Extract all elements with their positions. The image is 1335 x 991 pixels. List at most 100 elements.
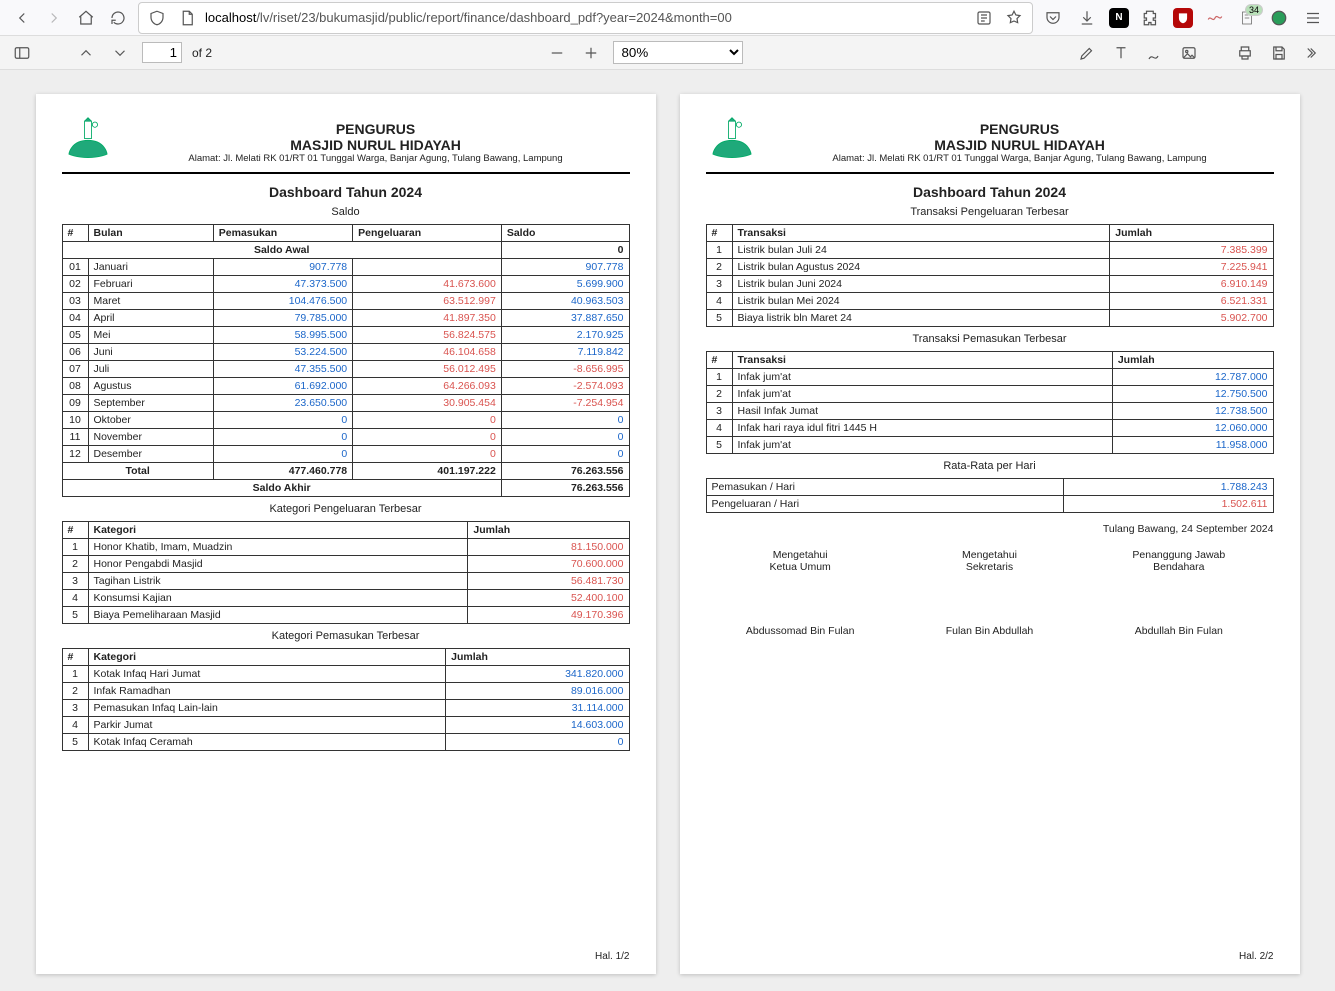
pdf-viewer[interactable]: PENGURUS MASJID NURUL HIDAYAH Alamat: Jl… <box>0 70 1335 991</box>
table-row: 04April 79.785.000 41.897.350 37.887.650 <box>62 310 629 327</box>
zoom-out-icon[interactable] <box>545 41 569 65</box>
report-title: Dashboard Tahun 2024 <box>62 184 630 200</box>
letterhead: PENGURUS MASJID NURUL HIDAYAH Alamat: Jl… <box>706 116 1274 174</box>
table-row: 3Tagihan Listrik56.481.730 <box>62 573 629 590</box>
kat-keluar-table: #KategoriJumlah 1Honor Khatib, Imam, Mua… <box>62 521 630 624</box>
forward-button[interactable] <box>42 6 66 30</box>
org-line2: MASJID NURUL HIDAYAH <box>122 137 630 153</box>
ext-badge-count: 34 <box>1245 4 1263 16</box>
table-row: 5Biaya listrik bln Maret 245.902.700 <box>706 310 1273 327</box>
page-footer-2: Hal. 2/2 <box>1239 951 1273 962</box>
trx-masuk-table: #TransaksiJumlah 1Infak jum'at12.787.000… <box>706 351 1274 454</box>
table-row: 1Kotak Infaq Hari Jumat341.820.000 <box>62 666 629 683</box>
table-row: 2Honor Pengabdi Masjid70.600.000 <box>62 556 629 573</box>
table-row: 07Juli 47.355.500 56.012.495 -8.656.995 <box>62 361 629 378</box>
annotate-icon[interactable] <box>1075 41 1099 65</box>
avg-table: Pemasukan / Hari1.788.243 Pengeluaran / … <box>706 478 1274 513</box>
table-row: 2Infak Ramadhan89.016.000 <box>62 683 629 700</box>
table-row: 5Kotak Infaq Ceramah0 <box>62 734 629 751</box>
url-bar[interactable]: localhost/lv/riset/23/bukumasjid/public/… <box>138 2 1033 34</box>
table-row: 05Mei 58.995.500 56.824.575 2.170.925 <box>62 327 629 344</box>
prev-page-icon[interactable] <box>74 41 98 65</box>
table-row: 3Hasil Infak Jumat12.738.500 <box>706 403 1273 420</box>
trx-keluar-title: Transaksi Pengeluaran Terbesar <box>706 206 1274 218</box>
image-icon[interactable] <box>1177 41 1201 65</box>
addons-icon[interactable] <box>1139 6 1163 30</box>
table-row: 4Parkir Jumat14.603.000 <box>62 717 629 734</box>
signature-date: Tulang Bawang, 24 September 2024 <box>706 523 1274 535</box>
more-icon[interactable] <box>1301 41 1325 65</box>
pdf-page-1: PENGURUS MASJID NURUL HIDAYAH Alamat: Jl… <box>36 94 656 974</box>
kat-masuk-table: #KategoriJumlah 1Kotak Infaq Hari Jumat3… <box>62 648 630 751</box>
kat-masuk-title: Kategori Pemasukan Terbesar <box>62 630 630 642</box>
trx-keluar-table: #TransaksiJumlah 1Listrik bulan Juli 247… <box>706 224 1274 327</box>
reload-button[interactable] <box>106 6 130 30</box>
text-icon[interactable] <box>1109 41 1133 65</box>
next-page-icon[interactable] <box>108 41 132 65</box>
bookmark-icon[interactable] <box>1002 6 1026 30</box>
trx-masuk-title: Transaksi Pemasukan Terbesar <box>706 333 1274 345</box>
mosque-logo-icon <box>706 116 758 168</box>
pdf-page-2: PENGURUS MASJID NURUL HIDAYAH Alamat: Jl… <box>680 94 1300 974</box>
pocket-icon[interactable] <box>1041 6 1065 30</box>
table-row: 03Maret 104.476.500 63.512.997 40.963.50… <box>62 293 629 310</box>
table-row: 1Listrik bulan Juli 247.385.399 <box>706 242 1273 259</box>
table-row: 4Konsumsi Kajian52.400.100 <box>62 590 629 607</box>
back-button[interactable] <box>10 6 34 30</box>
org-address: Alamat: Jl. Melati RK 01/RT 01 Tunggal W… <box>766 153 1274 164</box>
download-icon[interactable] <box>1075 6 1099 30</box>
shield-icon[interactable] <box>145 6 169 30</box>
table-row: 4Listrik bulan Mei 20246.521.331 <box>706 293 1273 310</box>
ext-green-icon[interactable] <box>1267 6 1291 30</box>
signature-block: MengetahuiKetua UmumAbdussomad Bin Fulan… <box>706 549 1274 637</box>
table-row: 3Listrik bulan Juni 20246.910.149 <box>706 276 1273 293</box>
table-row: 01Januari 907.778 907.778 <box>62 259 629 276</box>
draw-icon[interactable] <box>1143 41 1167 65</box>
table-row: 10Oktober 0 0 0 <box>62 412 629 429</box>
app-menu-icon[interactable] <box>1301 6 1325 30</box>
ext-notion-icon[interactable]: N <box>1109 8 1129 28</box>
avg-title: Rata-Rata per Hari <box>706 460 1274 472</box>
extensions-area: N 34 <box>1041 6 1325 30</box>
table-row: 1Honor Khatib, Imam, Muadzin81.150.000 <box>62 539 629 556</box>
reader-icon[interactable] <box>972 6 996 30</box>
org-line2: MASJID NURUL HIDAYAH <box>766 137 1274 153</box>
table-row: 02Februari 47.373.500 41.673.600 5.699.9… <box>62 276 629 293</box>
org-line1: PENGURUS <box>122 121 630 137</box>
print-icon[interactable] <box>1233 41 1257 65</box>
table-row: 3Pemasukan Infaq Lain-lain31.114.000 <box>62 700 629 717</box>
table-row: 5Infak jum'at11.958.000 <box>706 437 1273 454</box>
sidebar-toggle-icon[interactable] <box>10 41 34 65</box>
page-footer-1: Hal. 1/2 <box>595 951 629 962</box>
org-line1: PENGURUS <box>766 121 1274 137</box>
ext-ublock-icon[interactable] <box>1173 8 1193 28</box>
browser-toolbar: localhost/lv/riset/23/bukumasjid/public/… <box>0 0 1335 36</box>
url-text: localhost/lv/riset/23/bukumasjid/public/… <box>205 10 966 25</box>
table-row: 2Listrik bulan Agustus 20247.225.941 <box>706 259 1273 276</box>
zoom-select[interactable]: 80% <box>613 41 743 64</box>
table-row: 4Infak hari raya idul fitri 1445 H12.060… <box>706 420 1273 437</box>
ext-styles-icon[interactable]: 34 <box>1237 8 1257 28</box>
table-row: 06Juni 53.224.500 46.104.658 7.119.842 <box>62 344 629 361</box>
zoom-in-icon[interactable] <box>579 41 603 65</box>
kat-keluar-title: Kategori Pengeluaran Terbesar <box>62 503 630 515</box>
saldo-section-title: Saldo <box>62 206 630 218</box>
mosque-logo-icon <box>62 116 114 168</box>
letterhead: PENGURUS MASJID NURUL HIDAYAH Alamat: Jl… <box>62 116 630 174</box>
table-row: 09September 23.650.500 30.905.454 -7.254… <box>62 395 629 412</box>
table-row: 2Infak jum'at12.750.500 <box>706 386 1273 403</box>
page-number-input[interactable] <box>142 42 182 63</box>
table-row: 1Infak jum'at12.787.000 <box>706 369 1273 386</box>
report-title: Dashboard Tahun 2024 <box>706 184 1274 200</box>
page-icon <box>175 6 199 30</box>
table-row: 12Desember 0 0 0 <box>62 446 629 463</box>
home-button[interactable] <box>74 6 98 30</box>
ext-squiggle-icon[interactable] <box>1203 6 1227 30</box>
table-row: 08Agustus 61.692.000 64.266.093 -2.574.0… <box>62 378 629 395</box>
table-row: 11November 0 0 0 <box>62 429 629 446</box>
save-icon[interactable] <box>1267 41 1291 65</box>
page-total-label: of 2 <box>192 46 212 60</box>
saldo-table: # Bulan Pemasukan Pengeluaran Saldo Sald… <box>62 224 630 497</box>
table-row: 5Biaya Pemeliharaan Masjid49.170.396 <box>62 607 629 624</box>
org-address: Alamat: Jl. Melati RK 01/RT 01 Tunggal W… <box>122 153 630 164</box>
